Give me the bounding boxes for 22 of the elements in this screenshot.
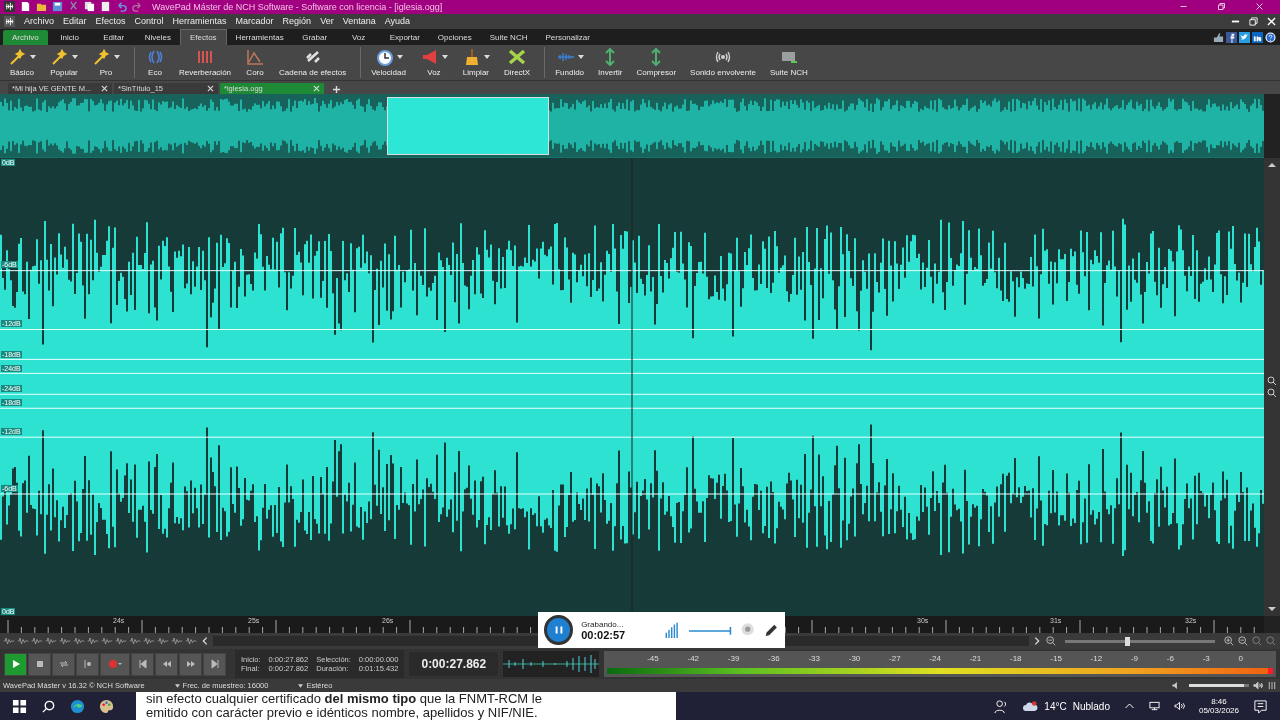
- window-title: WavePad Máster de NCH Software - Software con licencia - [iglesia.ogg]: [152, 1, 443, 12]
- recording-timer: 00:02:57: [581, 628, 627, 641]
- meter-scale-label: -39: [727, 653, 740, 663]
- meter-scale-label: -18: [1010, 653, 1022, 663]
- meter-scale-label: -30: [848, 653, 861, 663]
- meter-scale-label: -3: [1202, 653, 1210, 663]
- document-text: emitido con carácter previo e idénticos nombre, apellidos y NIF/NIE.: [146, 706, 539, 720]
- meter-scale-label: 0: [1238, 653, 1243, 663]
- position-display: 0:00:27.862: [409, 652, 499, 677]
- meter-scale-label: -36: [768, 653, 780, 663]
- meter-scale-label: -21: [969, 653, 982, 663]
- meter-scale-label: -24: [929, 653, 941, 663]
- meter-scale-label: -12: [1090, 653, 1103, 663]
- meter-scale-label: -9: [1130, 653, 1139, 663]
- meter-scale-label: -15: [1050, 653, 1062, 663]
- meter-scale-label: -33: [808, 653, 820, 663]
- meter-scale-label: -27: [889, 653, 901, 663]
- meter-scale-label: -42: [687, 653, 700, 663]
- meter-scale-label: -6: [1166, 653, 1174, 663]
- meter-scale-label: -45: [647, 653, 659, 663]
- document-text: sin efecto cualquier certificado del mismo tipo que la FNMT-RCM le: [146, 692, 543, 706]
- recording-status: Grabando...: [581, 619, 625, 629]
